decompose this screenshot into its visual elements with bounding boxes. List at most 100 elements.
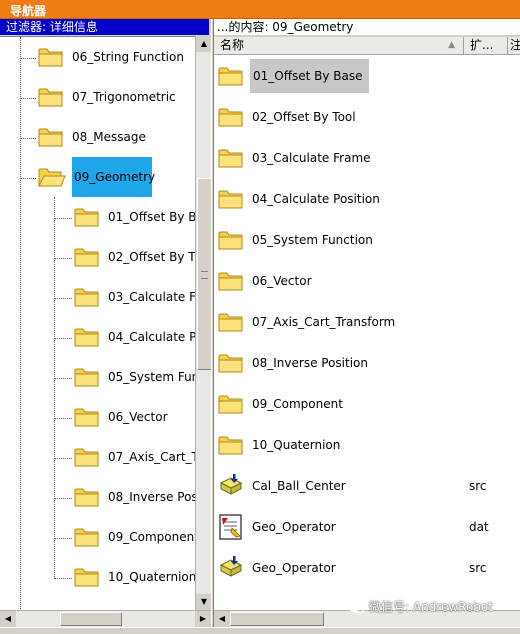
list-item[interactable]: 05_System Function: [218, 219, 518, 260]
tree-connector-line: [54, 218, 72, 219]
grip-icon: [201, 271, 208, 279]
scrollbar-thumb[interactable]: [60, 612, 122, 626]
tree-item[interactable]: 01_Offset By Ba: [74, 197, 195, 237]
folder-icon: [218, 436, 243, 454]
scroll-left-arrow-icon[interactable]: ◀: [0, 611, 16, 627]
tree-vertical-scrollbar[interactable]: ▲ ▼: [195, 36, 212, 610]
tree-item-label: 05_System Fun: [108, 370, 195, 384]
tree-item[interactable]: 08_Message: [38, 117, 146, 157]
list-item[interactable]: Geo_Operator dat: [218, 506, 518, 547]
tree-item[interactable]: 07_Trigonometric: [38, 77, 176, 117]
list-item[interactable]: 07_Axis_Cart_Transform: [218, 301, 518, 342]
list-item-label: 05_System Function: [252, 232, 373, 247]
folder-icon: [218, 190, 243, 208]
tree-item[interactable]: 05_System Fun: [74, 357, 195, 397]
list-item[interactable]: 01_Offset By Base: [218, 55, 518, 96]
scroll-up-arrow-icon[interactable]: ▲: [196, 36, 212, 52]
folder-icon: [218, 231, 243, 249]
folder-icon: [74, 408, 99, 427]
tree-item[interactable]: 08_Inverse Pos: [74, 477, 195, 517]
scroll-right-arrow-icon[interactable]: ▶: [195, 611, 211, 627]
list-item-label: 10_Quaternion: [252, 437, 341, 452]
tree-item[interactable]: 09_Component: [74, 517, 195, 557]
filter-label[interactable]: 过滤器: 详细信息: [0, 19, 209, 35]
list-item-type: src: [469, 560, 487, 575]
tree-item[interactable]: 06_Vector: [74, 397, 168, 437]
tree-horizontal-scrollbar[interactable]: ◀ ▶: [0, 610, 211, 627]
folder-icon: [74, 208, 99, 227]
folder-icon: [218, 272, 243, 290]
tree-item[interactable]: 06_String Function: [38, 37, 184, 77]
folder-icon: [38, 128, 63, 147]
folder-icon: [218, 395, 243, 413]
list-item[interactable]: 04_Calculate Position: [218, 178, 518, 219]
tree-connector-line: [54, 418, 72, 419]
tree-item-label: 04_Calculate Po: [108, 330, 195, 344]
list-item-label: 03_Calculate Frame: [252, 150, 371, 165]
content-path-label: ...的内容: 09_Geometry: [212, 19, 520, 35]
tree-item[interactable]: 03_Calculate Fra: [74, 277, 195, 317]
tree-connector-line: [54, 378, 72, 379]
column-header-name[interactable]: 名称 ▲: [214, 37, 464, 54]
list-item[interactable]: 03_Calculate Frame: [218, 137, 518, 178]
tree-connector-line: [20, 37, 21, 611]
column-header-note[interactable]: 注: [508, 37, 520, 54]
scroll-left-arrow-icon[interactable]: ◀: [214, 611, 230, 627]
content-list[interactable]: 01_Offset By Base 02_Offset By Tool 03_Cal…: [214, 55, 520, 610]
tree-item-label: 10_Quaternion: [108, 570, 195, 584]
list-item[interactable]: 08_Inverse Position: [218, 342, 518, 383]
tree-item-label: 09_Component: [108, 530, 195, 544]
tree-connector-line: [54, 338, 72, 339]
tree-item-label: 02_Offset By T: [108, 250, 195, 264]
list-item[interactable]: 10_Quaternion: [218, 424, 518, 465]
folder-icon: [74, 528, 99, 547]
scrollbar-thumb[interactable]: [197, 178, 212, 370]
tree-item[interactable]: 04_Calculate Po: [74, 317, 195, 357]
tree-item[interactable]: 10_Quaternion: [74, 557, 195, 597]
watermark: 微信号: AndrewRobot: [347, 598, 493, 615]
tree-item-label: 09_Geometry: [74, 170, 156, 184]
folder-icon: [218, 108, 243, 126]
list-item-label: 04_Calculate Position: [252, 191, 380, 206]
window-title: 导航器: [10, 4, 47, 18]
tree-connector-line: [20, 138, 36, 139]
tree-item-label: 01_Offset By Ba: [108, 210, 195, 224]
folder-icon: [74, 368, 99, 387]
tree-item-label: 07_Trigonometric: [72, 90, 176, 104]
list-item-label: 06_Vector: [252, 273, 312, 288]
tree-connector-line: [54, 298, 72, 299]
window-title-bar: 导航器: [0, 0, 520, 19]
tree-connector-line: [20, 178, 36, 179]
list-item-label: 07_Axis_Cart_Transform: [252, 314, 396, 329]
list-item-label: Cal_Ball_Center: [252, 478, 346, 493]
tree-connector-line: [54, 258, 72, 259]
folder-icon: [218, 149, 243, 167]
tree-item-label: 06_String Function: [72, 50, 184, 64]
list-item[interactable]: 02_Offset By Tool: [218, 96, 518, 137]
folder-icon: [74, 488, 99, 507]
tree-item[interactable]: 02_Offset By T: [74, 237, 195, 277]
tree-item-label: 08_Inverse Pos: [108, 490, 195, 504]
folder-icon: [38, 48, 63, 67]
folder-icon: [74, 248, 99, 267]
tree-item[interactable]: 07_Axis_Cart_T: [74, 437, 195, 477]
list-column-header: 名称 ▲ 扩... 注: [214, 37, 520, 55]
list-item[interactable]: 06_Vector: [218, 260, 518, 301]
src-file-icon: [219, 473, 243, 495]
list-item-type: src: [469, 478, 487, 493]
folder-icon: [74, 328, 99, 347]
list-item-label: 02_Offset By Tool: [252, 109, 356, 124]
list-item[interactable]: 09_Component: [218, 383, 518, 424]
tree-item[interactable]: 09_Geometry: [38, 157, 155, 197]
scroll-down-arrow-icon[interactable]: ▼: [196, 594, 212, 610]
list-item[interactable]: Cal_Ball_Center src: [218, 465, 518, 506]
scrollbar-thumb[interactable]: [230, 612, 324, 626]
folder-tree[interactable]: 06_String Function 07_Trigonometric 08_Mes…: [0, 36, 195, 611]
tree-connector-line: [20, 58, 36, 59]
list-item[interactable]: Geo_Operator src: [218, 547, 518, 588]
tree-connector-line: [54, 458, 72, 459]
tree-item-label: 06_Vector: [108, 410, 168, 424]
column-header-ext[interactable]: 扩...: [464, 37, 508, 54]
folder-icon: [38, 88, 63, 107]
tree-connector-line: [54, 538, 72, 539]
